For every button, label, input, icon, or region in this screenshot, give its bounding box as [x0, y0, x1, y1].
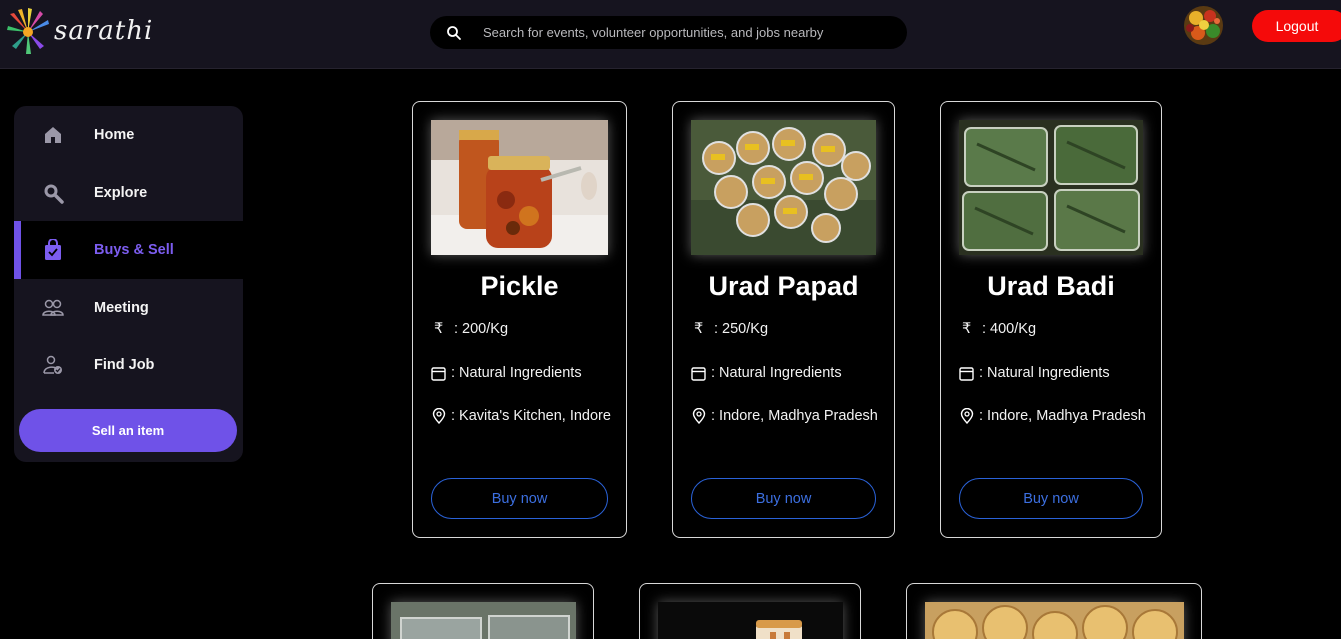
rupee-icon: ₹ — [694, 321, 704, 337]
location-pin-icon — [692, 408, 706, 424]
sidebar-item-explore[interactable]: Explore — [14, 164, 243, 222]
product-title: Urad Badi — [987, 271, 1115, 301]
product-card-partial — [906, 583, 1202, 639]
hands-logo-icon — [7, 8, 49, 54]
rupee-icon: ₹ — [434, 321, 444, 337]
product-location: : Indore, Madhya Pradesh — [960, 408, 1146, 424]
product-location: : Indore, Madhya Pradesh — [692, 408, 878, 424]
product-image — [658, 602, 843, 639]
sidebar-item-meeting[interactable]: Meeting — [14, 279, 243, 337]
logo[interactable]: sarathi — [4, 6, 153, 56]
sell-item-button[interactable]: Sell an item — [19, 409, 237, 452]
avatar-image — [1184, 6, 1223, 45]
product-price: ₹ : 400/Kg — [962, 321, 1037, 337]
location-pin-icon — [960, 408, 974, 424]
sidebar-item-label: Explore — [94, 185, 148, 201]
product-image — [925, 602, 1184, 639]
buy-now-button[interactable]: Buy now — [959, 478, 1143, 519]
sidebar-item-home[interactable]: Home — [14, 106, 243, 164]
top-bar: sarathi Logout — [0, 0, 1341, 69]
sidebar-item-label: Find Job — [94, 357, 155, 373]
logout-button[interactable]: Logout — [1252, 10, 1341, 42]
sidebar-item-buys-sell[interactable]: Buys & Sell — [14, 221, 243, 279]
rupee-icon: ₹ — [962, 321, 972, 337]
product-image — [691, 120, 876, 255]
active-indicator — [14, 221, 21, 279]
people-icon — [42, 297, 64, 319]
product-detail: : Natural Ingredients — [691, 365, 842, 381]
product-detail: : Natural Ingredients — [959, 365, 1110, 381]
sidebar-item-label: Buys & Sell — [94, 242, 174, 258]
sidebar-item-label: Home — [94, 127, 135, 143]
calendar-icon — [959, 366, 974, 381]
home-icon — [42, 124, 64, 146]
product-image — [959, 120, 1143, 255]
product-detail: : Natural Ingredients — [431, 365, 582, 381]
product-price: ₹ : 250/Kg — [694, 321, 769, 337]
product-card-partial — [372, 583, 594, 639]
search-icon — [42, 182, 64, 204]
search-input[interactable] — [483, 25, 893, 40]
search-icon — [447, 25, 461, 40]
calendar-icon — [431, 366, 446, 381]
product-card-partial — [639, 583, 861, 639]
product-image — [431, 120, 608, 255]
search-bar[interactable] — [430, 16, 907, 49]
avatar[interactable] — [1184, 6, 1223, 45]
sidebar: Home Explore Buys & Sell Meeting Find Jo… — [14, 106, 243, 462]
product-card-urad-papad: Urad Papad ₹ : 250/Kg : Natural Ingredie… — [672, 101, 895, 538]
product-card-urad-badi: Urad Badi ₹ : 400/Kg : Natural Ingredien… — [940, 101, 1162, 538]
product-title: Urad Papad — [708, 271, 859, 301]
sidebar-item-label: Meeting — [94, 300, 149, 316]
sidebar-item-find-job[interactable]: Find Job — [14, 336, 243, 394]
buy-now-button[interactable]: Buy now — [431, 478, 608, 519]
product-title: Pickle — [480, 271, 559, 301]
product-image — [391, 602, 576, 639]
location-pin-icon — [432, 408, 446, 424]
product-location: : Kavita's Kitchen, Indore — [432, 408, 611, 424]
buy-now-button[interactable]: Buy now — [691, 478, 876, 519]
brand-name: sarathi — [54, 16, 154, 46]
calendar-icon — [691, 366, 706, 381]
product-card-pickle: Pickle ₹ : 200/Kg : Natural Ingredients … — [412, 101, 627, 538]
shopping-bag-icon — [42, 239, 64, 261]
product-price: ₹ : 200/Kg — [434, 321, 509, 337]
user-check-icon — [42, 354, 64, 376]
